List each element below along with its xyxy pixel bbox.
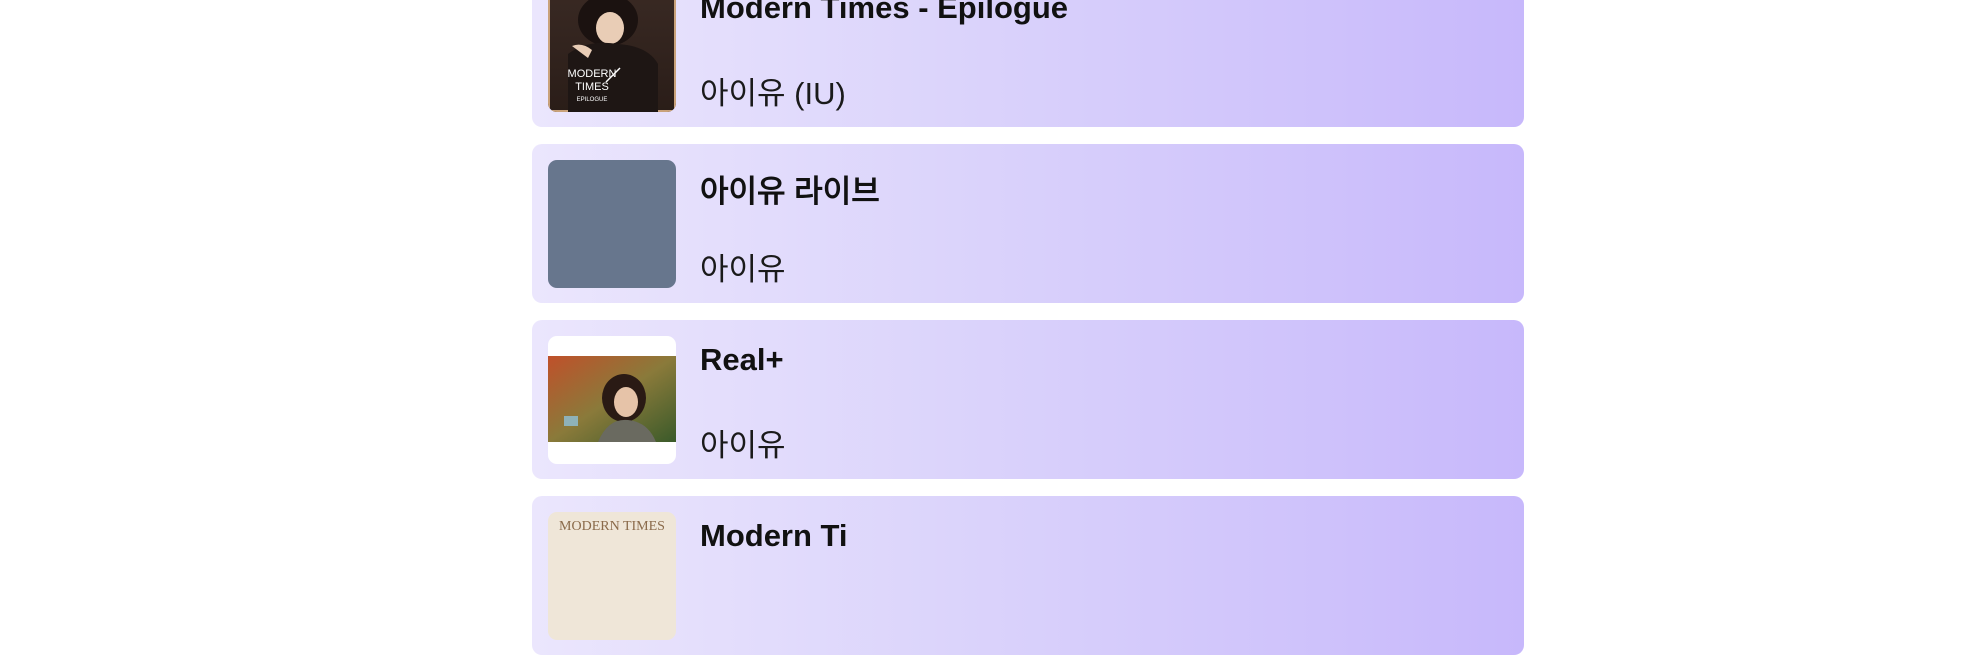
cover-text: MODERN TIMES [559,519,665,534]
album-cover-placeholder [548,160,676,288]
album-card[interactable]: 아이유 라이브 아이유 [532,144,1524,303]
album-title: Real+ [700,342,784,377]
album-artist: 아이유 [700,428,786,463]
album-cover-image [548,160,676,288]
album-title: 아이유 라이브 [700,174,880,209]
album-cover-modern-times: MODERN TIMES [548,512,676,640]
album-card[interactable]: MODERN TIMES EPILOGUE Modern Times - Epi… [532,0,1524,127]
album-title: Modern Ti [700,518,848,553]
cover-text: EPILOGUE [577,97,608,103]
album-title: Modern Times - Epilogue [700,0,1069,25]
album-artist: 아이유 [700,252,786,287]
album-card[interactable]: MODERN TIMES Modern Ti [532,496,1524,655]
cover-text: TIMES [575,81,609,93]
album-cover-image: MODERN TIMES [548,512,676,640]
album-artist: 아이유 (IU) [700,76,846,111]
album-cover-modern-times-epilogue: MODERN TIMES EPILOGUE [548,0,676,112]
album-list: MODERN TIMES EPILOGUE Modern Times - Epi… [532,0,1524,672]
album-cover-real-plus [548,336,676,464]
album-cover-image: MODERN TIMES EPILOGUE [548,0,676,112]
album-cover-image [548,336,676,464]
album-card[interactable]: Real+ 아이유 [532,320,1524,479]
